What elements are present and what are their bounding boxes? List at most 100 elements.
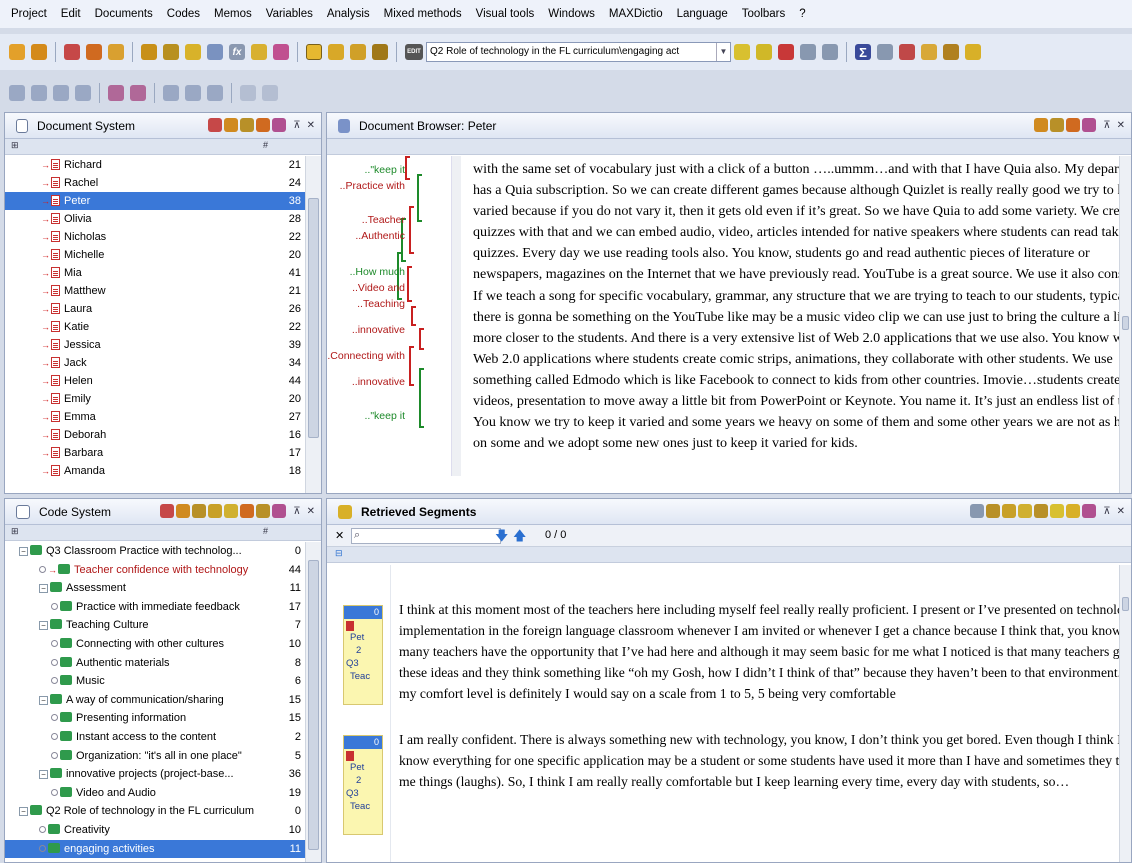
document-row[interactable]: → Michelle 20	[5, 246, 305, 264]
code-row[interactable]: − Teaching Culture 7	[5, 616, 305, 634]
code-stripe-label[interactable]: .."keep it	[365, 164, 406, 176]
document-row[interactable]: → Emma 27	[5, 408, 305, 426]
code-row[interactable]: Presenting information 15	[5, 709, 305, 727]
formula-icon[interactable]: fx	[229, 44, 245, 60]
code-stripe-line[interactable]	[411, 306, 416, 326]
sort-icon[interactable]	[877, 44, 893, 60]
menu-item[interactable]: Project	[4, 0, 54, 28]
export-icon[interactable]	[256, 504, 271, 518]
document-row[interactable]: → Olivia 28	[5, 210, 305, 228]
document-text[interactable]: with the same set of vocabulary just wit…	[473, 159, 1131, 454]
menu-item[interactable]: Edit	[54, 0, 88, 28]
collapse-icon[interactable]: −	[39, 695, 48, 705]
activate-icon[interactable]	[1066, 118, 1081, 132]
activate-icon[interactable]	[965, 44, 981, 60]
code-stripe-label[interactable]: ..innovative	[352, 376, 405, 388]
cut-icon[interactable]	[160, 504, 175, 518]
code-icon[interactable]	[1050, 504, 1065, 518]
book-icon[interactable]	[943, 44, 959, 60]
pin-icon[interactable]: ⊼	[1103, 506, 1110, 517]
arrow-down-icon[interactable]	[53, 85, 69, 101]
code-row[interactable]: Organization: "it's all in one place" 5	[5, 747, 305, 765]
code-stripe-line[interactable]	[409, 206, 414, 254]
sigma-icon[interactable]: Σ	[855, 44, 871, 60]
code-stripe-label[interactable]: .."keep it	[365, 410, 406, 422]
document-row[interactable]: → Amanda 18	[5, 462, 305, 480]
menu-item[interactable]: Windows	[541, 0, 602, 28]
first-icon[interactable]	[9, 85, 25, 101]
collapse-icon[interactable]: −	[39, 584, 48, 594]
search-icon[interactable]	[1082, 118, 1097, 132]
menu-item[interactable]: Memos	[207, 0, 259, 28]
code-row[interactable]: Video and Audio 19	[5, 784, 305, 802]
close-search-icon[interactable]: ✕	[335, 529, 344, 542]
collapse-icon[interactable]: −	[39, 621, 48, 631]
code-row[interactable]: − Q3 Classroom Practice with technolog...…	[5, 542, 305, 560]
collapse-icon[interactable]: −	[19, 547, 28, 556]
code-row[interactable]: → Teacher confidence with technology 44	[5, 561, 305, 579]
document-row[interactable]: → Barbara 17	[5, 444, 305, 462]
document-row[interactable]: → Deborah 16	[5, 426, 305, 444]
table-icon[interactable]	[1050, 118, 1065, 132]
activate-icon[interactable]	[240, 504, 255, 518]
arrow-up-icon[interactable]	[31, 85, 47, 101]
search-icon[interactable]	[272, 118, 287, 132]
document-system-toggle-icon[interactable]	[306, 44, 322, 60]
code-in-vivo-icon[interactable]	[778, 44, 794, 60]
new-code-icon[interactable]	[176, 504, 191, 518]
code-stripe-line[interactable]	[407, 266, 412, 302]
code-stripe-line[interactable]	[417, 174, 422, 222]
menu-item[interactable]: Toolbars	[735, 0, 792, 28]
document-row[interactable]: → Katie 22	[5, 318, 305, 336]
code-stripe-label[interactable]: ..How much	[350, 266, 405, 278]
close-icon[interactable]: ✕	[307, 506, 315, 517]
cut-icon[interactable]	[208, 118, 223, 132]
memo-icon[interactable]	[224, 504, 239, 518]
code-relations-icon[interactable]	[163, 44, 179, 60]
arrow-down-icon[interactable]: 🡇	[495, 527, 508, 549]
document-row[interactable]: → Laura 26	[5, 300, 305, 318]
document-row[interactable]: → Jessica 39	[5, 336, 305, 354]
document-row[interactable]: → Matthew 21	[5, 282, 305, 300]
document-browser-scrollbar[interactable]	[1119, 156, 1131, 493]
chevron-down-icon[interactable]: ▼	[716, 43, 730, 61]
weight-icon[interactable]	[822, 44, 838, 60]
collapse-icon[interactable]: −	[39, 770, 48, 780]
code-row[interactable]: − Assessment 11	[5, 579, 305, 597]
open-project-icon[interactable]	[31, 44, 47, 60]
grid-icon[interactable]	[185, 85, 201, 101]
search-icon[interactable]	[272, 504, 287, 518]
menu-item[interactable]: Documents	[88, 0, 160, 28]
menu-item[interactable]: ?	[792, 0, 812, 28]
last-icon[interactable]	[75, 85, 91, 101]
export-icon[interactable]	[986, 504, 1001, 518]
code-row[interactable]: Music 6	[5, 672, 305, 690]
document-row[interactable]: → Rachel 24	[5, 174, 305, 192]
code-with-color-icon[interactable]	[734, 44, 750, 60]
overview-icon[interactable]	[1034, 504, 1049, 518]
code-row[interactable]: Practice with immediate feedback 17	[5, 598, 305, 616]
search-icon[interactable]	[108, 85, 124, 101]
menu-item[interactable]: MAXDictio	[602, 0, 670, 28]
table-icon[interactable]	[207, 44, 223, 60]
code-row[interactable]: − innovative projects (project-base... 36	[5, 765, 305, 783]
menu-item[interactable]: Codes	[160, 0, 207, 28]
new-project-icon[interactable]	[9, 44, 25, 60]
code-relations-icon[interactable]	[1066, 504, 1081, 518]
table-icon[interactable]	[163, 85, 179, 101]
menu-item[interactable]: Mixed methods	[377, 0, 469, 28]
table-icon[interactable]	[240, 118, 255, 132]
paste-icon[interactable]	[108, 44, 124, 60]
segment-info-box[interactable]: 0 Pet 2 Q3 Teac	[343, 735, 383, 835]
code-stripe-label[interactable]: ..Practice with	[340, 180, 405, 192]
pin-icon[interactable]: ⊼	[293, 120, 300, 131]
document-list-scrollbar[interactable]	[305, 156, 321, 493]
menu-item[interactable]: Analysis	[320, 0, 377, 28]
code-list-scrollbar[interactable]	[305, 542, 321, 862]
document-row[interactable]: → Mia 41	[5, 264, 305, 282]
code-row[interactable]: Authentic materials 8	[5, 654, 305, 672]
memo-icon[interactable]	[251, 44, 267, 60]
document-browser-toggle-icon[interactable]	[350, 44, 366, 60]
table-icon[interactable]	[192, 504, 207, 518]
code-row[interactable]: − A way of communication/sharing 15	[5, 691, 305, 709]
